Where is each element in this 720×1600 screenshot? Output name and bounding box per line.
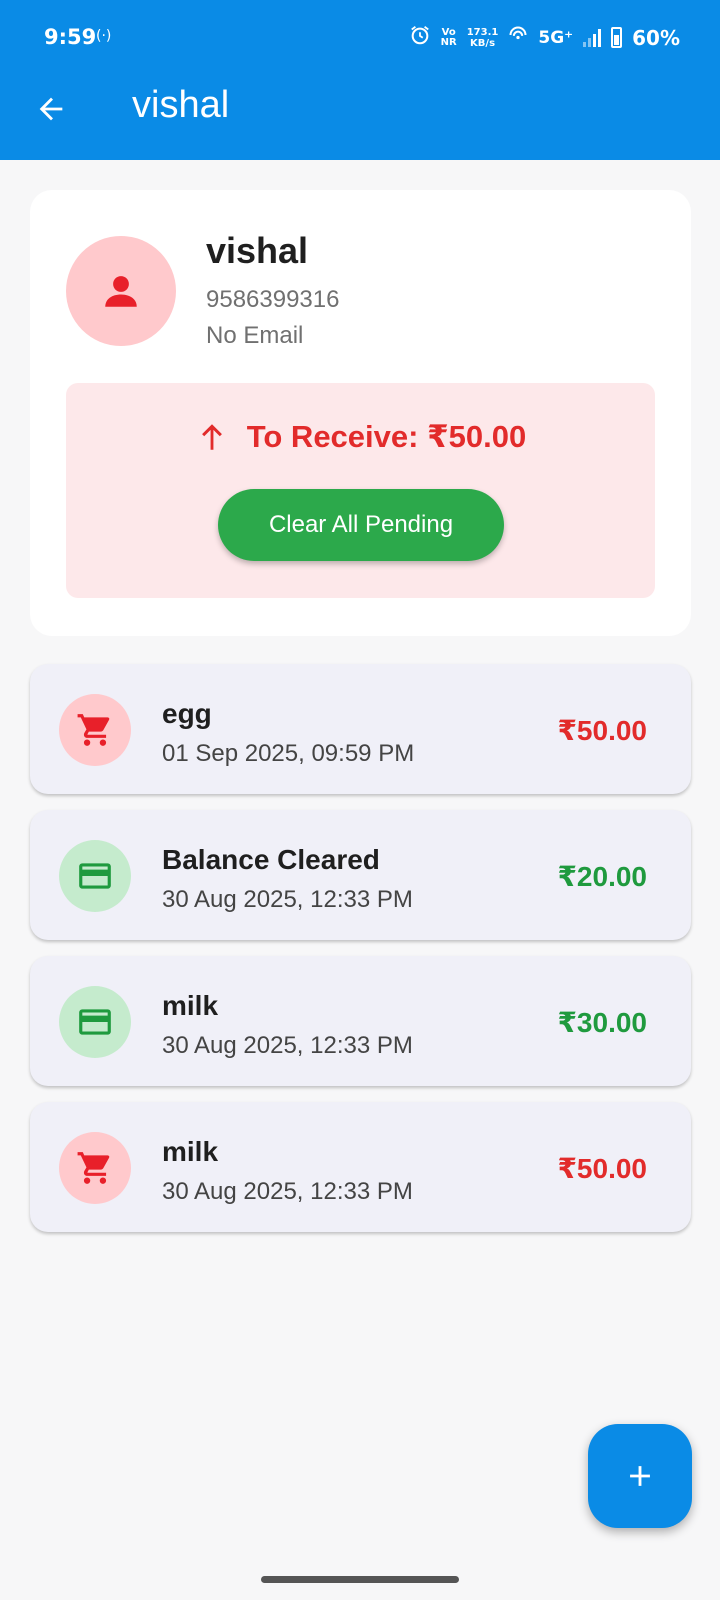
alarm-icon [409,24,431,51]
back-button[interactable] [28,86,74,132]
transaction-amount: ₹50.00 [557,715,647,746]
arrow-up-icon [201,424,222,450]
transaction-amount: ₹50.00 [557,1153,647,1184]
hotspot-icon: (·) [96,28,112,44]
contact-email: No Email [206,322,304,349]
status-icons: Vo NR 173.1 KB/s 5G⁺ 60% [409,24,680,51]
balance-summary: To Receive: ₹50.00 Clear All Pending [66,383,655,598]
signal-icon [583,28,602,47]
card-icon [79,1009,111,1035]
transaction-date: 01 Sep 2025, 09:59 PM [162,740,415,767]
profile-card: vishal 9586399316 No Email To Receive: ₹… [30,190,691,636]
clear-all-pending-button[interactable]: Clear All Pending [218,489,504,561]
page-title: vishal [132,84,230,126]
transaction-amount: ₹30.00 [557,1007,647,1038]
volte-indicator: Vo NR [440,27,457,48]
card-icon [79,863,111,889]
transaction-icon-circle [59,1132,131,1204]
arrow-back-icon [39,97,63,121]
cart-icon [77,714,110,746]
network-type: 5G⁺ [538,27,574,48]
status-time: 9:59 [44,25,97,49]
transaction-title: milk [162,1136,219,1167]
avatar [66,236,176,346]
transaction-icon-circle [59,986,131,1058]
add-transaction-button[interactable] [588,1424,692,1528]
transaction-icon-circle [59,694,131,766]
transaction-item[interactable]: milk 30 Aug 2025, 12:33 PM ₹30.00 [30,956,691,1086]
contact-name: vishal [206,230,309,271]
transaction-item[interactable]: egg 01 Sep 2025, 09:59 PM ₹50.00 [30,664,691,794]
battery-icon [611,27,623,48]
wifi-calling-icon [508,25,528,50]
status-bar: 9:59 (·) Vo NR 173.1 KB/s 5G⁺ 60% [0,0,720,76]
add-icon [630,1466,650,1486]
transaction-title: Balance Cleared [162,844,380,875]
speed-value: 173.1 [466,26,499,38]
cart-icon [77,1152,110,1184]
transaction-item[interactable]: Balance Cleared 30 Aug 2025, 12:33 PM ₹2… [30,810,691,940]
transaction-title: milk [162,990,219,1021]
volte-line2: NR [440,36,457,48]
transaction-amount: ₹20.00 [557,861,647,892]
network-speed: 173.1 KB/s [467,27,499,49]
transaction-date: 30 Aug 2025, 12:33 PM [162,886,413,913]
transaction-item[interactable]: milk 30 Aug 2025, 12:33 PM ₹50.00 [30,1102,691,1232]
speed-unit: KB/s [470,37,496,49]
transaction-date: 30 Aug 2025, 12:33 PM [162,1032,413,1059]
balance-text: To Receive: ₹50.00 [246,419,527,454]
battery-percent: 60% [632,25,680,50]
person-icon [105,276,137,307]
home-indicator[interactable] [261,1576,459,1583]
contact-phone: 9586399316 [206,286,340,313]
transaction-title: egg [162,698,212,729]
balance-row: To Receive: ₹50.00 [66,419,655,455]
transaction-icon-circle [59,840,131,912]
transaction-date: 30 Aug 2025, 12:33 PM [162,1178,413,1205]
